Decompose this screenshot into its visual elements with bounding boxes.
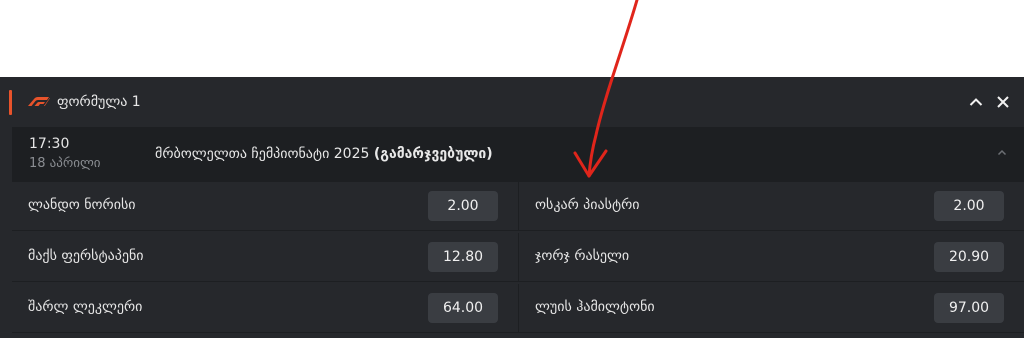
odd-value-button[interactable]: 12.80	[428, 242, 498, 272]
section-title: ფორმულა 1	[57, 94, 141, 110]
event-time: 17:30	[29, 136, 70, 152]
odd-cell[interactable]: ლუის ჰამილტონი 97.00	[518, 284, 1024, 333]
participant-name: მაქს ფერსტაპენი	[28, 248, 144, 264]
odd-cell[interactable]: მაქს ფერსტაპენი 12.80	[12, 233, 518, 282]
event-title-suffix: (გამარჯვებული)	[373, 146, 493, 162]
participant-name: ოსკარ პიასტრი	[535, 197, 640, 213]
f1-logo-icon	[28, 97, 50, 106]
close-icon	[997, 96, 1009, 108]
odd-value-button[interactable]: 2.00	[428, 191, 498, 221]
participant-name: ჯორჯ რასელი	[535, 248, 630, 264]
section-accent-bar	[9, 90, 12, 115]
participant-name: ლანდო ნორისი	[28, 197, 136, 213]
sport-section-panel: ფორმულა 1 17:30 18 აპრილი მრბოლელთა ჩემპ…	[0, 77, 1024, 338]
collapse-button[interactable]	[967, 93, 985, 111]
event-title-text: მრბოლელთა ჩემპიონატი 2025	[155, 146, 370, 162]
odd-cell[interactable]: ლანდო ნორისი 2.00	[12, 182, 518, 231]
participant-name: შარლ ლეკლერი	[28, 299, 143, 315]
event-date: 18 აპრილი	[29, 156, 101, 171]
odd-value-button[interactable]: 20.90	[934, 242, 1004, 272]
participant-name: ლუის ჰამილტონი	[535, 299, 655, 315]
odd-cell[interactable]: შარლ ლეკლერი 64.00	[12, 284, 518, 333]
odds-grid: ლანდო ნორისი 2.00 ოსკარ პიასტრი 2.00 მაქ…	[12, 182, 1024, 338]
event-title: მრბოლელთა ჩემპიონატი 2025 (გამარჯვებული)	[155, 146, 493, 162]
odd-cell[interactable]: ჯორჯ რასელი 20.90	[518, 233, 1024, 282]
odd-value-button[interactable]: 97.00	[934, 293, 1004, 323]
close-button[interactable]	[994, 93, 1012, 111]
section-header: ფორმულა 1	[0, 77, 1024, 127]
odd-cell[interactable]: ოსკარ პიასტრი 2.00	[518, 182, 1024, 231]
odd-value-button[interactable]: 2.00	[934, 191, 1004, 221]
odd-value-button[interactable]: 64.00	[428, 293, 498, 323]
chevron-up-icon[interactable]	[995, 146, 1009, 160]
event-row[interactable]: 17:30 18 აპრილი მრბოლელთა ჩემპიონატი 202…	[12, 127, 1024, 182]
chevron-up-icon	[969, 98, 983, 106]
